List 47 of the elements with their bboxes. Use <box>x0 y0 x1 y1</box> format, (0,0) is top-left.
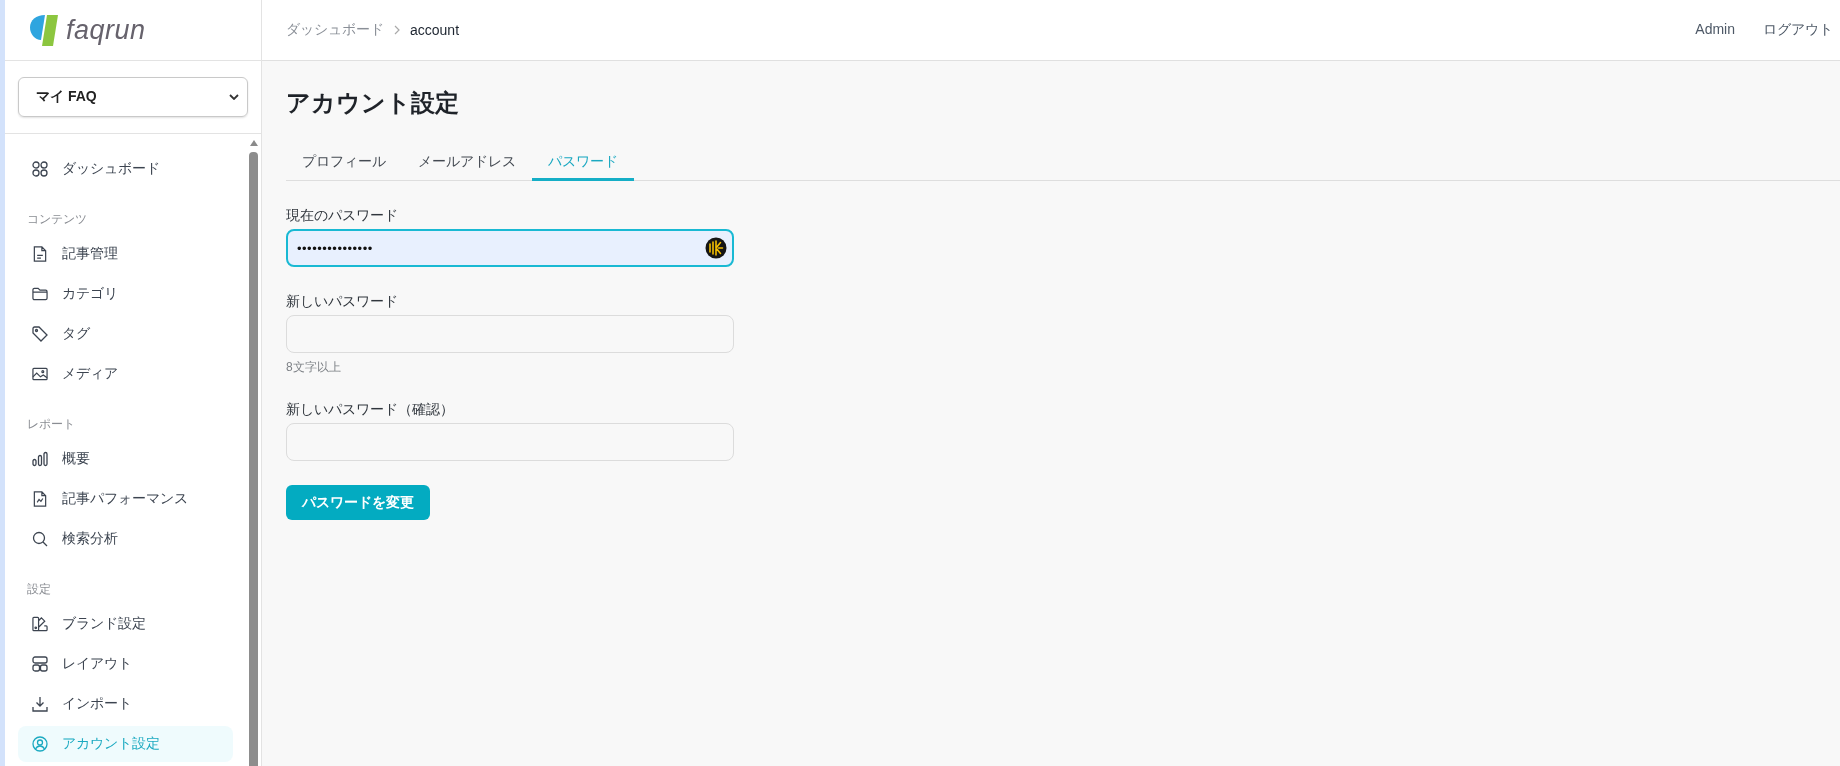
sidebar-item[interactable]: ダッシュボード <box>18 151 233 187</box>
sidebar-item[interactable]: レイアウト <box>18 646 233 682</box>
tab[interactable]: メールアドレス <box>402 141 532 181</box>
section-heading: コンテンツ <box>27 211 88 227</box>
field-hint: 8文字以上 <box>286 359 342 375</box>
logo-text: faqrun <box>66 14 146 46</box>
image-icon <box>32 366 48 382</box>
folder-icon <box>32 286 48 302</box>
grid-icon <box>32 161 48 177</box>
sidebar-item[interactable]: 概要 <box>18 441 233 477</box>
sidebar-item[interactable]: 記事管理 <box>18 236 233 272</box>
scrollbar-thumb[interactable] <box>249 152 258 766</box>
striped-badge-icon[interactable] <box>705 237 727 259</box>
password-field[interactable] <box>286 423 734 461</box>
palette-icon <box>32 616 48 632</box>
sidebar-item[interactable]: メディア <box>18 356 233 392</box>
search-icon <box>32 531 48 547</box>
sidebar-item[interactable]: 検索分析 <box>18 521 233 557</box>
page-title: アカウント設定 <box>286 88 460 118</box>
tag-icon <box>32 326 48 342</box>
header-link[interactable]: Admin <box>1695 21 1735 39</box>
field-label: 現在のパスワード <box>286 206 399 225</box>
field-label: 新しいパスワード（確認） <box>286 400 455 419</box>
tab[interactable]: プロフィール <box>286 141 402 181</box>
document-icon <box>32 246 48 262</box>
sidebar-item[interactable]: 記事パフォーマンス <box>18 481 233 517</box>
password-field[interactable]: ••••••••••••••• <box>286 229 734 267</box>
chevron-down-icon <box>229 94 239 100</box>
sidebar-item[interactable]: ブランド設定 <box>18 606 233 642</box>
logo-icon <box>30 14 58 46</box>
layout-icon <box>32 656 48 672</box>
sidebar-item[interactable]: カテゴリ <box>18 276 233 312</box>
header-link[interactable]: ログアウト <box>1763 21 1833 39</box>
download-icon <box>32 696 48 712</box>
section-heading: 設定 <box>27 581 52 597</box>
sidebar-item[interactable]: インポート <box>18 686 233 722</box>
scroll-up-arrow-icon[interactable] <box>249 140 258 146</box>
bar-chart-icon <box>32 451 48 467</box>
chevron-right-icon <box>394 25 400 35</box>
sidebar-item[interactable]: タグ <box>18 316 233 352</box>
password-field[interactable] <box>286 315 734 353</box>
user-circle-icon <box>32 736 48 752</box>
chart-document-icon <box>32 491 48 507</box>
field-label: 新しいパスワード <box>286 292 399 311</box>
breadcrumb-current: account <box>410 22 460 38</box>
section-heading: レポート <box>27 416 76 432</box>
workspace-select[interactable]: マイ FAQ <box>18 77 248 117</box>
